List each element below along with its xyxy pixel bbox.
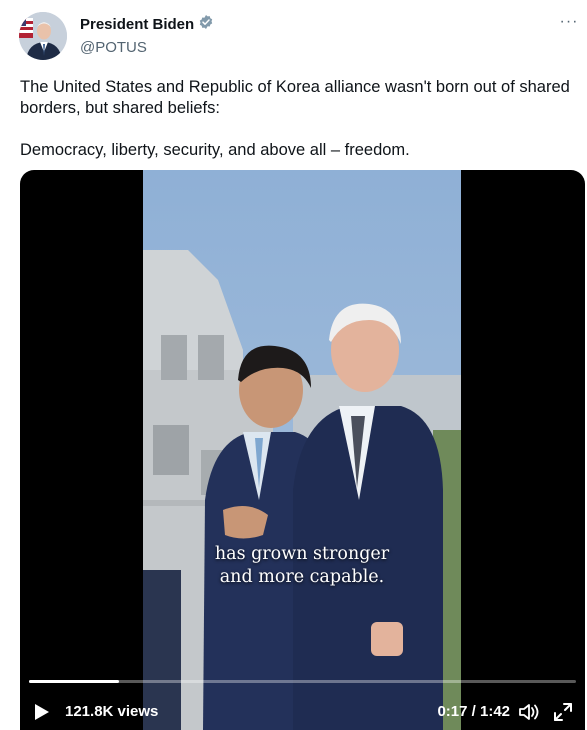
caption-line-2: and more capable.	[219, 567, 385, 587]
progress-bar[interactable]	[29, 680, 576, 683]
avatar[interactable]	[19, 12, 67, 60]
play-icon	[35, 704, 49, 720]
video-time: 0:17 / 1:42	[437, 703, 510, 720]
progress-fill	[29, 680, 120, 683]
tweet-text-line-2: Democracy, liberty, security, and above …	[20, 141, 410, 159]
author-handle[interactable]: @POTUS	[80, 39, 214, 56]
video-controls: 121.8K views 0:17 / 1:42	[20, 697, 585, 727]
video-caption: has grown stronger and more capable.	[143, 543, 461, 589]
author-block: President Biden @POTUS	[80, 14, 214, 56]
tweet-text: The United States and Republic of Korea …	[20, 77, 576, 161]
more-options-icon: ···	[559, 13, 579, 30]
play-button[interactable]	[34, 703, 50, 721]
video-frame[interactable]: has grown stronger and more capable.	[143, 170, 461, 730]
caption-line-1: has grown stronger	[214, 544, 390, 564]
tweet-text-line-1: The United States and Republic of Korea …	[20, 78, 570, 117]
more-options-button[interactable]: ···	[557, 12, 581, 32]
tweet: President Biden @POTUS ··· The United St…	[0, 0, 587, 730]
volume-icon	[519, 704, 539, 720]
verified-badge-icon	[198, 14, 214, 35]
volume-button[interactable]	[518, 702, 540, 722]
avatar-image	[19, 12, 67, 60]
author-name[interactable]: President Biden	[80, 16, 194, 33]
view-count: 121.8K views	[65, 703, 159, 720]
video-still	[143, 170, 461, 730]
video-player[interactable]: has grown stronger and more capable. 121…	[20, 170, 585, 730]
fullscreen-button[interactable]	[553, 702, 573, 722]
fullscreen-icon	[554, 703, 572, 721]
